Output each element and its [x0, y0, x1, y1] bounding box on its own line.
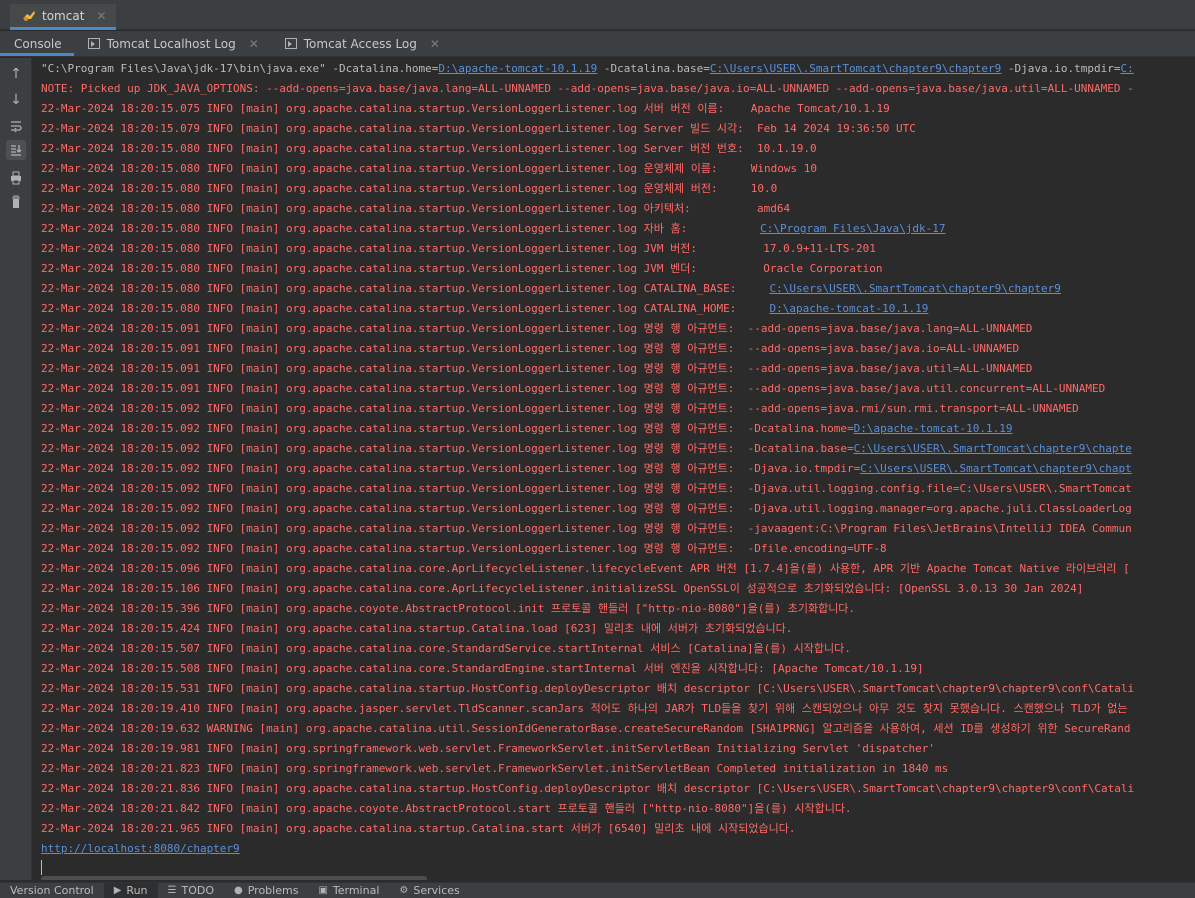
log-line: 22-Mar-2024 18:20:15.531 INFO [main] org…: [41, 682, 1135, 695]
log-line: 22-Mar-2024 18:20:15.092 INFO [main] org…: [41, 542, 887, 555]
scroll-up-icon[interactable]: ↑: [6, 64, 26, 84]
catalina-home-link[interactable]: D:\apache-tomcat-10.1.19: [438, 62, 597, 75]
log-icon: [87, 38, 100, 49]
tab-terminal-label: Terminal: [332, 884, 380, 897]
console-output[interactable]: "C:\Program Files\Java\jdk-17\bin\java.e…: [33, 58, 1195, 880]
services-icon: ⚙: [399, 885, 409, 896]
problems-icon: ●: [234, 885, 243, 896]
log-line: 22-Mar-2024 18:20:15.080 INFO [main] org…: [41, 222, 946, 235]
console-toolbar: ↑ ↓: [0, 58, 32, 880]
log-line: 22-Mar-2024 18:20:15.507 INFO [main] org…: [41, 642, 851, 655]
log-line: 22-Mar-2024 18:20:15.080 INFO [main] org…: [41, 182, 778, 195]
tomcat-icon: [23, 10, 35, 21]
tab-problems[interactable]: ● Problems: [224, 883, 308, 898]
java-home-link[interactable]: C:\Program Files\Java\jdk-17: [760, 222, 945, 235]
scroll-down-icon[interactable]: ↓: [6, 90, 26, 110]
list-icon: ☰: [167, 885, 177, 896]
catalina-home-link[interactable]: D:\apache-tomcat-10.1.19: [854, 422, 1013, 435]
log-line: 22-Mar-2024 18:20:15.092 INFO [main] org…: [41, 502, 1132, 515]
log-line: 22-Mar-2024 18:20:15.075 INFO [main] org…: [41, 102, 890, 115]
tmpdir-link[interactable]: C:\Users\USER\.SmartTomcat\chapter9\chap…: [860, 462, 1132, 475]
log-line: 22-Mar-2024 18:20:15.092 INFO [main] org…: [41, 482, 1132, 495]
run-tab-tomcat[interactable]: tomcat ✕: [10, 4, 117, 30]
terminal-icon: ▣: [318, 885, 328, 896]
log-line: 22-Mar-2024 18:20:15.079 INFO [main] org…: [41, 122, 916, 135]
console-tab-bar: Console Tomcat Localhost Log ✕ Tomcat Ac…: [0, 31, 1195, 57]
log-line: 22-Mar-2024 18:20:15.080 INFO [main] org…: [41, 162, 817, 175]
log-line: 22-Mar-2024 18:20:15.396 INFO [main] org…: [41, 602, 856, 615]
tab-tomcat-localhost-log[interactable]: Tomcat Localhost Log ✕: [74, 31, 271, 56]
log-line: 22-Mar-2024 18:20:15.092 INFO [main] org…: [41, 462, 1132, 475]
trash-icon[interactable]: [6, 192, 26, 212]
tab-todo[interactable]: ☰ TODO: [158, 883, 224, 898]
catalina-home-link[interactable]: D:\apache-tomcat-10.1.19: [769, 302, 928, 315]
tab-todo-label: TODO: [181, 884, 214, 897]
tab-tomcat-access-log[interactable]: Tomcat Access Log ✕: [271, 31, 452, 56]
tab-localhost-log-label: Tomcat Localhost Log: [106, 36, 236, 51]
close-icon[interactable]: ✕: [96, 9, 106, 23]
log-line: 22-Mar-2024 18:20:15.080 INFO [main] org…: [41, 202, 791, 215]
text-cursor: [41, 860, 42, 875]
tab-run[interactable]: ▶ Run: [103, 882, 158, 898]
log-line: 22-Mar-2024 18:20:15.091 INFO [main] org…: [41, 322, 1033, 335]
log-line: 22-Mar-2024 18:20:15.092 INFO [main] org…: [41, 402, 1079, 415]
tab-version-control-label: Version Control: [10, 884, 94, 897]
scroll-to-end-icon[interactable]: [6, 140, 26, 160]
catalina-base-link[interactable]: C:\Users\USER\.SmartTomcat\chapter9\chap…: [769, 282, 1060, 295]
run-tab-bar: tomcat ✕: [0, 0, 1195, 30]
log-line: 22-Mar-2024 18:20:19.410 INFO [main] org…: [41, 702, 1128, 715]
log-line: 22-Mar-2024 18:20:15.106 INFO [main] org…: [41, 582, 1084, 595]
log-line: 22-Mar-2024 18:20:15.424 INFO [main] org…: [41, 622, 793, 635]
print-icon[interactable]: [6, 168, 26, 188]
tab-console[interactable]: Console: [0, 31, 74, 56]
log-line: 22-Mar-2024 18:20:15.091 INFO [main] org…: [41, 382, 1106, 395]
log-line: 22-Mar-2024 18:20:19.632 WARNING [main] …: [41, 722, 1131, 735]
tab-problems-label: Problems: [247, 884, 299, 897]
soft-wrap-icon[interactable]: [6, 116, 26, 136]
catalina-base-link[interactable]: C:\Users\USER\.SmartTomcat\chapter9\chap…: [710, 62, 1001, 75]
log-line: 22-Mar-2024 18:20:21.836 INFO [main] org…: [41, 782, 1135, 795]
tab-services[interactable]: ⚙ Services: [389, 883, 469, 898]
log-icon: [284, 38, 297, 49]
log-line: 22-Mar-2024 18:20:15.091 INFO [main] org…: [41, 342, 1020, 355]
catalina-base-link[interactable]: C:\Users\USER\.SmartTomcat\chapter9\chap…: [854, 442, 1132, 455]
tab-access-log-label: Tomcat Access Log: [303, 36, 417, 51]
tab-run-label: Run: [126, 884, 148, 897]
log-line: 22-Mar-2024 18:20:15.091 INFO [main] org…: [41, 362, 1033, 375]
tab-version-control[interactable]: Version Control: [0, 883, 104, 898]
log-line: 22-Mar-2024 18:20:15.080 INFO [main] org…: [41, 262, 883, 275]
command-line: "C:\Program Files\Java\jdk-17\bin\java.e…: [41, 62, 1134, 75]
tab-terminal[interactable]: ▣ Terminal: [308, 883, 389, 898]
log-line: 22-Mar-2024 18:20:15.080 INFO [main] org…: [41, 302, 929, 315]
close-icon[interactable]: ✕: [430, 37, 440, 51]
log-line: 22-Mar-2024 18:20:21.823 INFO [main] org…: [41, 762, 949, 775]
log-line: 22-Mar-2024 18:20:15.092 INFO [main] org…: [41, 422, 1013, 435]
log-line: 22-Mar-2024 18:20:15.096 INFO [main] org…: [41, 562, 1130, 575]
horizontal-scrollbar[interactable]: [41, 876, 427, 880]
run-icon: ▶: [113, 885, 122, 896]
localhost-url-line: http://localhost:8080/chapter9: [41, 842, 240, 856]
log-line: 22-Mar-2024 18:20:15.080 INFO [main] org…: [41, 242, 876, 255]
tool-window-bar: Version Control ▶ Run ☰ TODO ● Problems …: [0, 882, 1195, 898]
tab-console-label: Console: [14, 36, 62, 51]
log-line: 22-Mar-2024 18:20:15.080 INFO [main] org…: [41, 282, 1061, 295]
close-icon[interactable]: ✕: [249, 37, 259, 51]
localhost-url-link[interactable]: http://localhost:8080/chapter9: [41, 842, 240, 855]
tab-services-label: Services: [413, 884, 460, 897]
log-line: 22-Mar-2024 18:20:15.508 INFO [main] org…: [41, 662, 924, 675]
log-line: 22-Mar-2024 18:20:21.965 INFO [main] org…: [41, 822, 796, 835]
tmpdir-link[interactable]: C:: [1121, 62, 1134, 75]
run-tab-label: tomcat: [42, 8, 85, 23]
log-line: NOTE: Picked up JDK_JAVA_OPTIONS: --add-…: [41, 82, 1134, 95]
log-line: 22-Mar-2024 18:20:15.092 INFO [main] org…: [41, 442, 1132, 455]
log-line: 22-Mar-2024 18:20:15.092 INFO [main] org…: [41, 522, 1132, 535]
log-line: 22-Mar-2024 18:20:21.842 INFO [main] org…: [41, 802, 852, 815]
log-line: 22-Mar-2024 18:20:15.080 INFO [main] org…: [41, 142, 817, 155]
log-line: 22-Mar-2024 18:20:19.981 INFO [main] org…: [41, 742, 936, 755]
